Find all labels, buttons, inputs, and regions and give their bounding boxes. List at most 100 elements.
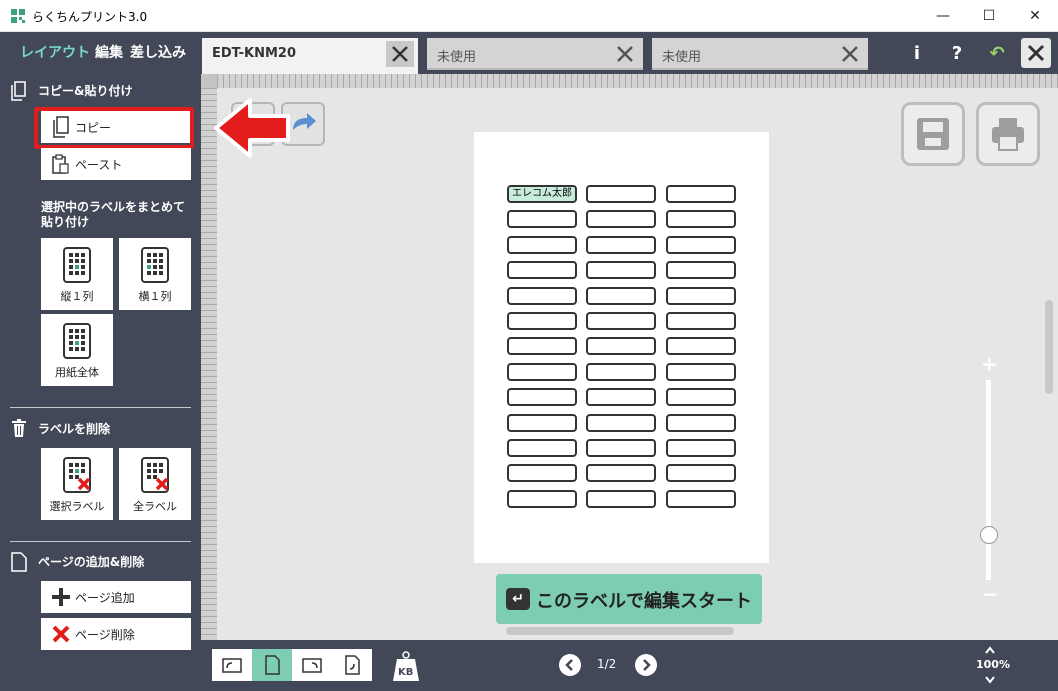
zoom-in-icon[interactable]: + [981,352,998,376]
label-cell[interactable] [666,464,736,482]
divider [10,541,191,542]
zoom-out-icon[interactable]: − [982,582,999,606]
label-cell[interactable] [507,236,577,254]
close-app-icon[interactable] [1021,38,1051,68]
label-cell[interactable] [586,363,656,381]
layout-canvas[interactable]: エレコム太郎 ↵ このラベルで編集スタート + − [201,74,1058,640]
label-cell[interactable] [586,388,656,406]
label-cell[interactable] [586,337,656,355]
label-cell[interactable] [507,388,577,406]
plus-icon [52,588,70,606]
label-cell[interactable] [507,414,577,432]
paste-column-button[interactable]: 縦１列 [41,238,113,310]
delete-page-button[interactable]: ページ削除 [41,618,191,650]
info-icon[interactable]: i [902,38,932,68]
label-sheet: エレコム太郎 [474,132,769,563]
label-cell[interactable] [666,312,736,330]
vertical-scrollbar[interactable] [1045,300,1053,394]
flip-button[interactable] [332,649,372,681]
label-cell[interactable] [666,261,736,279]
save-button[interactable] [901,102,965,166]
save-icon [917,118,949,150]
bulk-paste-title: 選択中のラベルをまとめて貼り付け [41,200,186,229]
zoom-up-icon[interactable] [985,646,995,656]
label-cell[interactable] [666,388,736,406]
label-cell[interactable] [586,261,656,279]
label-cell[interactable] [666,287,736,305]
doc-tab-edt-knm20[interactable]: EDT-KNM20 [202,38,418,74]
label-cell[interactable] [507,490,577,508]
help-icon[interactable]: ? [942,38,972,68]
mode-tab-edit[interactable]: 編集 [95,42,123,62]
chevron-left-icon [565,659,573,671]
minimize-button[interactable]: — [920,0,966,32]
label-cell[interactable] [666,236,736,254]
maximize-button[interactable]: ☐ [966,0,1012,32]
rotate-left-button[interactable] [212,649,252,681]
zoom-down-icon[interactable] [985,674,995,684]
label-cell[interactable] [666,439,736,457]
horizontal-scrollbar[interactable] [506,627,734,635]
close-tab-icon[interactable] [386,41,414,67]
label-cell[interactable] [507,261,577,279]
undo-icon[interactable]: ↶ [982,38,1012,68]
label-cell[interactable] [666,414,736,432]
orientation-group [212,649,372,681]
next-page-button[interactable] [635,654,657,676]
bottom-toolbar: KB 1/2 100% [201,640,1058,691]
label-cell[interactable] [666,185,736,203]
delete-selected-button[interactable]: 選択ラベル [41,448,113,520]
label-cell[interactable] [507,312,577,330]
mode-tab-layout[interactable]: レイアウト [20,42,90,62]
window-title: らくちんプリント3.0 [32,10,148,24]
previous-page-button[interactable] [559,654,581,676]
label-cell[interactable] [507,439,577,457]
label-cell[interactable] [586,490,656,508]
label-cell[interactable] [507,287,577,305]
doc-tab-unused-2[interactable]: 未使用 [652,38,868,70]
label-cell[interactable] [507,363,577,381]
label-cell[interactable] [507,464,577,482]
label-cell[interactable] [666,337,736,355]
label-cell[interactable] [586,464,656,482]
doc-tab-unused-1[interactable]: 未使用 [427,38,643,70]
paste-sheet-button[interactable]: 用紙全体 [41,314,113,386]
close-tab-icon[interactable] [836,41,864,67]
paste-button[interactable]: ペースト [41,148,191,180]
title-bar: らくちんプリント3.0 — ☐ ✕ [0,0,1058,32]
portrait-page-icon [265,655,280,675]
label-cell[interactable] [586,210,656,228]
weight-kb-icon[interactable]: KB [391,649,421,683]
paste-row-button[interactable]: 横１列 [119,238,191,310]
start-editing-button[interactable]: ↵ このラベルで編集スタート [496,574,762,624]
label-cell[interactable] [586,287,656,305]
label-cell[interactable] [666,363,736,381]
portrait-button[interactable] [252,649,292,681]
label-cell[interactable] [586,236,656,254]
label-cell[interactable] [507,337,577,355]
doc-tab-label: 未使用 [437,50,477,65]
label-cell[interactable] [666,210,736,228]
label-cell[interactable] [586,414,656,432]
label-cell[interactable] [586,439,656,457]
page-section-title: ページの追加&削除 [38,555,145,569]
label-cell[interactable] [666,490,736,508]
mode-tab-merge[interactable]: 差し込み [130,42,186,62]
print-button[interactable] [976,102,1040,166]
sheet-grid-icon [63,323,91,359]
label-cell[interactable] [507,210,577,228]
red-arrow-annotation [214,98,290,158]
add-page-button[interactable]: ページ追加 [41,581,191,613]
copy-paste-section-title: コピー&貼り付け [38,84,133,98]
zoom-slider-track[interactable] [986,380,991,580]
rotate-right-button[interactable] [292,649,332,681]
delete-all-button[interactable]: 全ラベル [119,448,191,520]
close-window-button[interactable]: ✕ [1012,0,1058,32]
label-cell[interactable]: エレコム太郎 [507,185,577,203]
label-cell[interactable] [586,185,656,203]
zoom-slider-thumb[interactable] [980,526,998,544]
close-tab-icon[interactable] [611,41,639,67]
flip-page-icon [345,655,360,675]
weight-kb-label: KB [398,667,414,678]
label-cell[interactable] [586,312,656,330]
